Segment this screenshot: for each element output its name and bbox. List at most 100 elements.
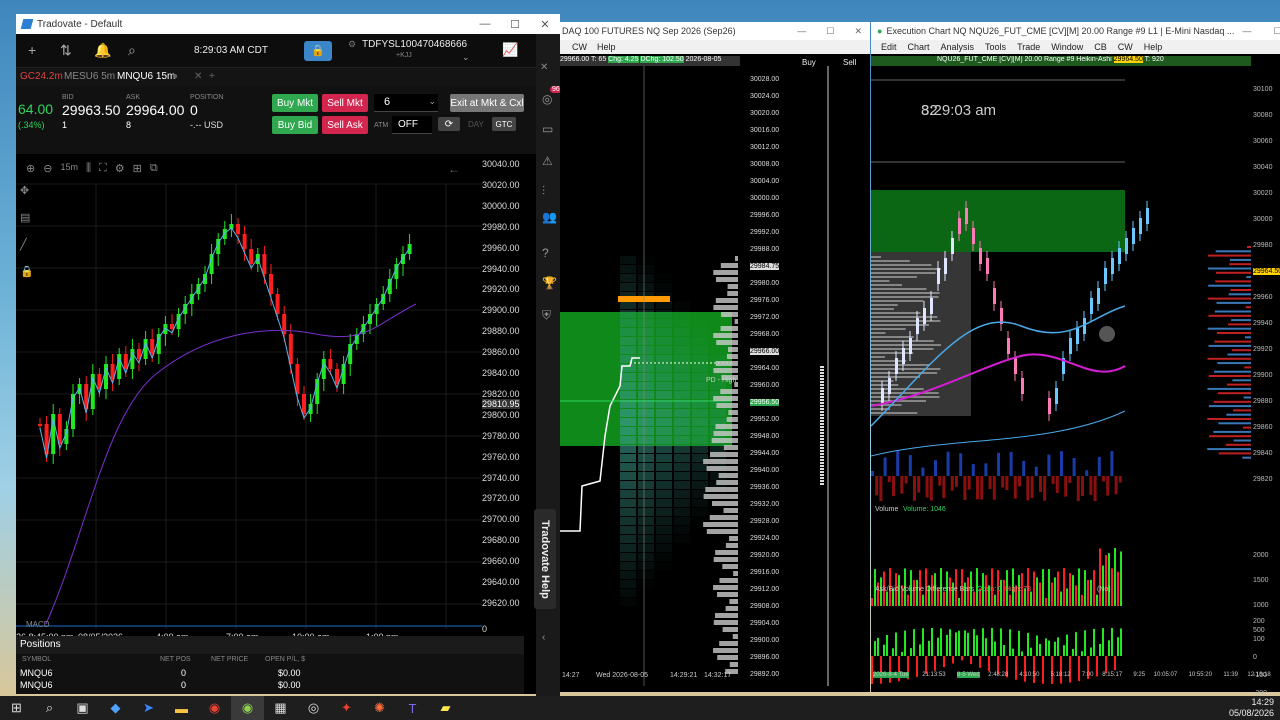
menu-analysis[interactable]: Analysis (941, 42, 975, 52)
maximize-icon[interactable]: ☐ (826, 26, 834, 37)
buy-mkt-button[interactable]: Buy Mkt (272, 94, 318, 112)
chart-line-icon[interactable]: 📈 (502, 42, 518, 58)
search-icon[interactable]: ⌕ (128, 42, 136, 59)
bell-icon[interactable]: 🔔 (94, 42, 111, 59)
menu-help[interactable]: Help (1144, 42, 1163, 52)
trophy-icon[interactable]: 🏆 (542, 276, 557, 290)
chevron-left-icon[interactable]: ‹ (542, 632, 545, 643)
sell-ask-button[interactable]: Sell Ask (322, 116, 368, 134)
dom-price-row: 29948.00 (750, 433, 780, 440)
teams-icon[interactable]: T (396, 696, 429, 720)
minimize-icon[interactable]: — (1242, 26, 1251, 37)
volume-profile-bar (716, 277, 738, 282)
heatmap-cell (674, 337, 690, 345)
table-row[interactable]: MNQU6 0 $0.00 (16, 680, 524, 694)
menu-help[interactable]: Help (597, 42, 616, 52)
add-icon[interactable]: + (28, 42, 36, 58)
tab-gc[interactable]: GC24.2m (20, 71, 63, 82)
warning-icon[interactable]: ⚠ (542, 154, 553, 168)
heatmap-cell (638, 652, 654, 660)
tradovate-chart[interactable]: ⊕ ⊖ 15m ⫼ ⛶ ⚙ ⊞ ⧉ ← ✥ ▤ ╱ 🔒 30040.00 3002… (16, 154, 544, 644)
menu-cb[interactable]: CB (1094, 42, 1107, 52)
atm-select[interactable]: OFF (392, 116, 432, 134)
buy-bid-button[interactable]: Buy Bid (272, 116, 318, 134)
file-explorer-icon[interactable]: ▬ (165, 696, 198, 720)
minimize-icon[interactable]: — (797, 26, 806, 37)
sell-mkt-button[interactable]: Sell Mkt (322, 94, 368, 112)
tab-mes[interactable]: MESU6 5m (64, 71, 115, 82)
users-icon[interactable]: 👥 (542, 210, 557, 224)
menu-chart[interactable]: Chart (908, 42, 930, 52)
candle-body (170, 324, 174, 329)
add-tab-icon[interactable]: + (209, 71, 215, 82)
tradovate-taskbar-icon[interactable]: ➤ (132, 696, 165, 720)
close-panel-icon[interactable]: ✕ (540, 62, 548, 73)
tif-gtc[interactable]: GTC (492, 117, 516, 131)
menu-edit[interactable]: Edit (881, 42, 897, 52)
copilot-icon[interactable]: ◆ (99, 696, 132, 720)
dom-size-bar (820, 471, 824, 473)
system-clock[interactable]: 14:29 05/08/2026 (1229, 697, 1280, 719)
tab-mnq[interactable]: MNQU6 15m (117, 71, 175, 82)
exec-price-tick: 29920 (1253, 346, 1273, 353)
exec-titlebar[interactable]: ● Execution Chart NQ NQU26_FUT_CME [CV][… (871, 22, 1280, 40)
heatmap-cell (710, 319, 726, 327)
menu-window[interactable]: Window (1051, 42, 1083, 52)
market-depth-bar (1208, 284, 1251, 287)
obs-icon[interactable]: ◎ (297, 696, 330, 720)
list-icon[interactable]: ⫶ (542, 184, 545, 199)
tradovate-titlebar[interactable]: Tradovate - Default — ☐ ✕ (16, 14, 560, 34)
account-dropdown-icon[interactable]: ⌄ (462, 52, 470, 63)
table-row[interactable]: MNQU6 0 $0.00 (16, 666, 524, 680)
exit-cancel-button[interactable]: Exit at Mkt & Cxl (450, 94, 524, 112)
market-depth-bar (1233, 439, 1251, 442)
tradovate-help-tab[interactable]: Tradovate Help (534, 509, 556, 609)
snagit-icon[interactable]: ✺ (363, 696, 396, 720)
chrome-icon[interactable]: ◉ (198, 696, 231, 720)
calculator-icon[interactable]: ▦ (264, 696, 297, 720)
heatmap-cell (620, 319, 636, 327)
market-depth-bar (1207, 418, 1251, 420)
bracket-icon[interactable]: ⟳ (438, 117, 460, 131)
search-icon[interactable]: ⌕ (33, 696, 66, 720)
compass-icon[interactable]: ◎ (542, 92, 552, 106)
menu-trade[interactable]: Trade (1017, 42, 1040, 52)
volume-bar (1096, 594, 1098, 606)
tif-day[interactable]: DAY (468, 120, 484, 129)
menu-cw[interactable]: CW (572, 42, 587, 52)
shield-icon[interactable]: ⛨ (542, 308, 551, 323)
close-icon[interactable]: ✕ (854, 26, 862, 37)
heatmap-cell (692, 427, 708, 435)
account-id[interactable]: TDFYSL100470468666 (362, 39, 467, 50)
maximize-icon[interactable]: ☐ (1273, 26, 1280, 37)
profile-bar (871, 344, 941, 346)
dom-price-ladder[interactable]: 30028.00 30024.00 30020.00 30016.00 30012.00… (746, 66, 786, 678)
chrome-green-icon[interactable]: ◉ (231, 696, 264, 720)
ask-bid-diff-bar (1120, 628, 1122, 656)
minimize-icon[interactable]: — (470, 18, 500, 31)
heatmap-cell (692, 580, 708, 588)
sticky-notes-icon[interactable]: ▰ (429, 696, 462, 720)
task-view-icon[interactable]: ▣ (66, 696, 99, 720)
anydesk-icon[interactable]: ✦ (330, 696, 363, 720)
exec-price-axis: 30100 30080 30060 30040 30020 30000 29980 29964… (1251, 66, 1280, 697)
dom-price-row: 30008.00 (750, 161, 780, 168)
windows-start-icon[interactable]: ⊞ (0, 696, 33, 720)
transfer-arrows-icon[interactable]: ⇅ (60, 42, 72, 59)
delta-bar (908, 455, 912, 476)
tab-close-icon[interactable]: ✕ (194, 71, 202, 82)
menu-tools[interactable]: Tools (985, 42, 1006, 52)
heatmap-cell (638, 319, 654, 327)
price-tick: 29800.00 (482, 409, 520, 420)
chat-icon[interactable]: ▭ (542, 122, 553, 136)
help-icon[interactable]: ? (542, 246, 549, 260)
maximize-icon[interactable]: ☐ (500, 18, 530, 31)
profile-bar (871, 372, 938, 374)
menu-cw[interactable]: CW (1118, 42, 1133, 52)
lock-icon[interactable]: 🔒 (304, 41, 332, 61)
close-icon[interactable]: ✕ (530, 18, 560, 31)
dom-titlebar[interactable]: DAQ 100 FUTURES NQ Sep 2026 (Sep26) — ☐ … (560, 22, 870, 40)
quantity-input[interactable]: 6 ⌄ (374, 94, 438, 112)
volume-profile-bar (703, 494, 738, 499)
volume-bar (1099, 548, 1101, 606)
